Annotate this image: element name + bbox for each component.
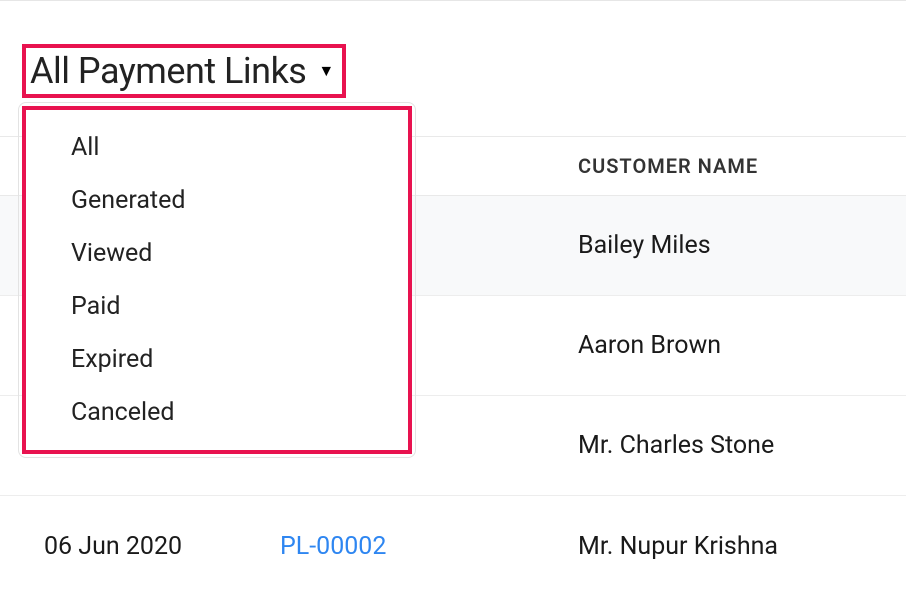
cell-date: 06 Jun 2020 bbox=[44, 532, 182, 561]
filter-option-paid[interactable]: Paid bbox=[27, 280, 407, 333]
filter-dropdown-label: All Payment Links bbox=[30, 50, 306, 92]
filter-option-generated[interactable]: Generated bbox=[27, 174, 407, 227]
filter-dropdown[interactable]: All Payment Links ▼ bbox=[22, 44, 346, 98]
filter-option-expired[interactable]: Expired bbox=[27, 333, 407, 386]
chevron-down-icon: ▼ bbox=[318, 63, 334, 79]
cell-customer: Aaron Brown bbox=[578, 331, 721, 360]
cell-customer: Mr. Nupur Krishna bbox=[578, 532, 778, 561]
filter-option-canceled[interactable]: Canceled bbox=[27, 386, 407, 439]
column-header-customer: CUSTOMER NAME bbox=[578, 154, 758, 178]
top-divider bbox=[0, 0, 906, 1]
table-row[interactable]: 06 Jun 2020 PL-00002 Mr. Nupur Krishna bbox=[0, 496, 906, 596]
filter-option-viewed[interactable]: Viewed bbox=[27, 227, 407, 280]
cell-customer: Mr. Charles Stone bbox=[578, 431, 774, 460]
filter-dropdown-panel: All Generated Viewed Paid Expired Cancel… bbox=[22, 106, 412, 454]
cell-customer: Bailey Miles bbox=[578, 231, 711, 260]
filter-option-all[interactable]: All bbox=[27, 121, 407, 174]
reference-link[interactable]: PL-00002 bbox=[280, 532, 386, 561]
